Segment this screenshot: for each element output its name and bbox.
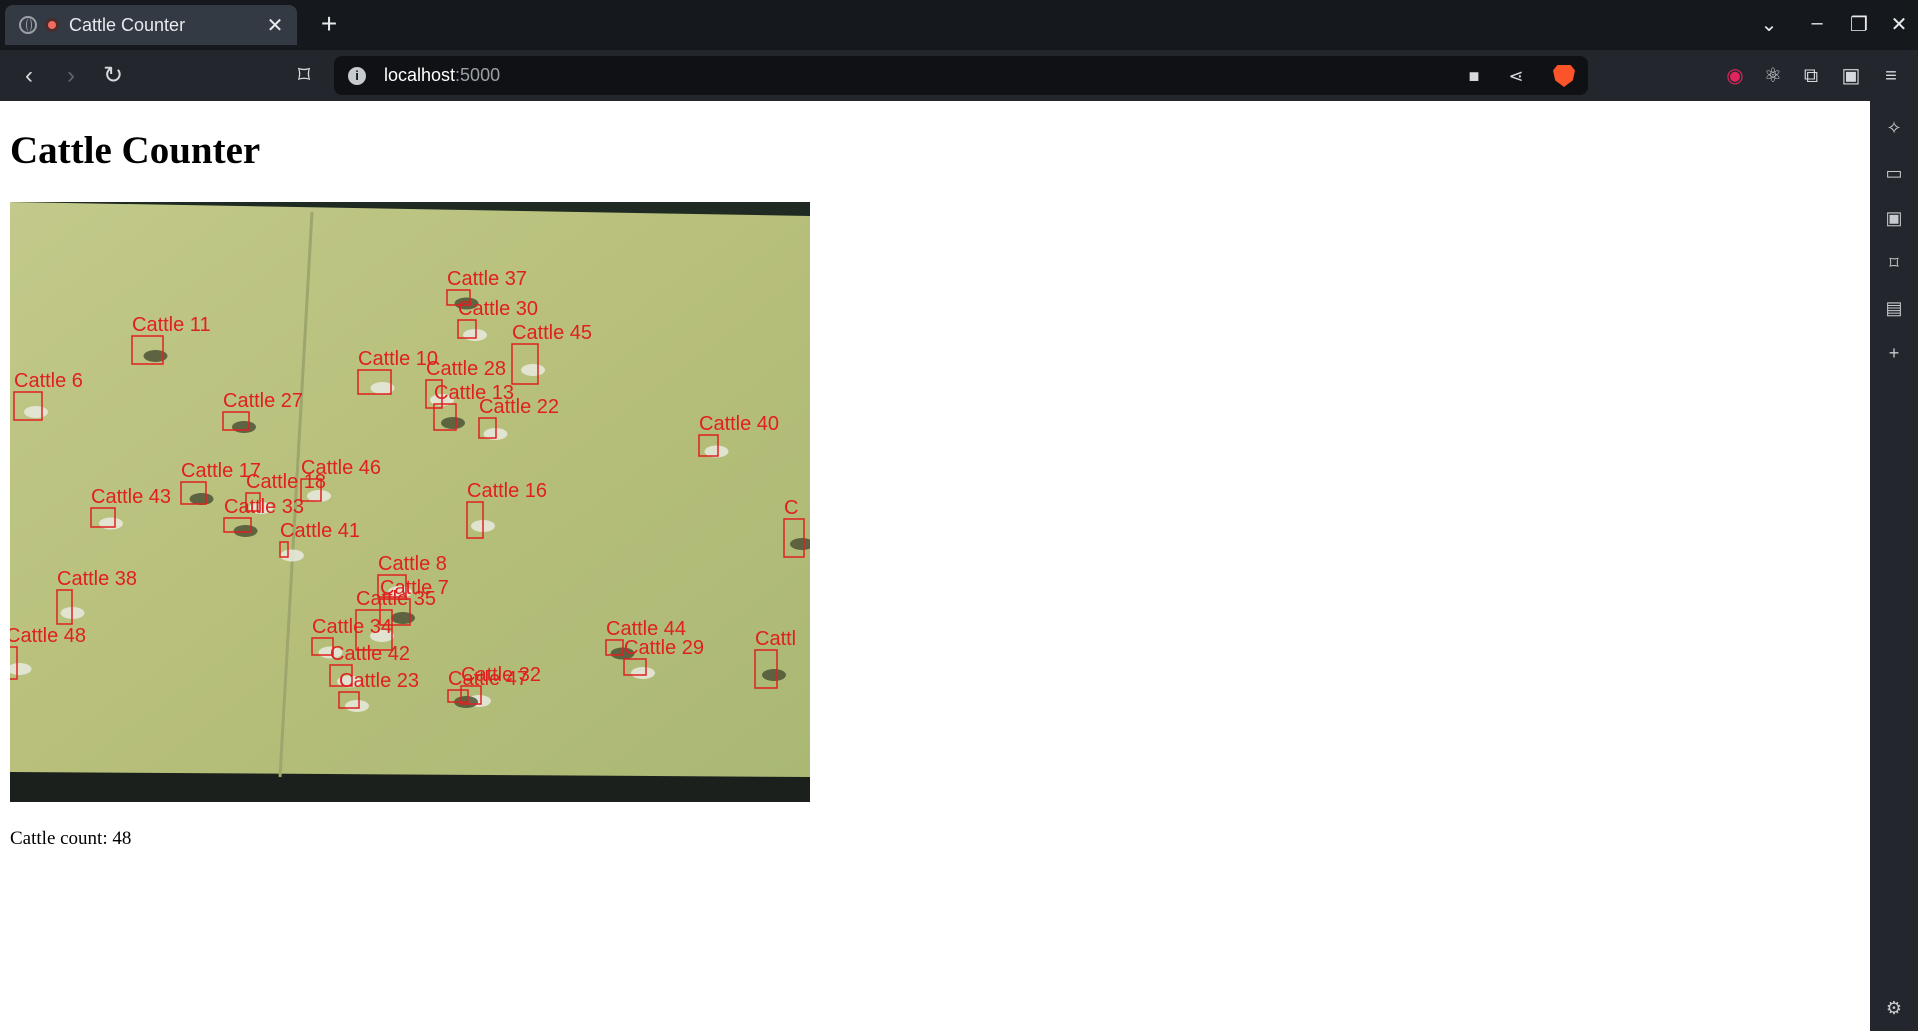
react-devtools-icon[interactable]: ⚛ bbox=[1759, 62, 1787, 90]
detection-label: Cattle 42 bbox=[330, 643, 410, 665]
cattle-blob bbox=[232, 421, 256, 433]
detection-label: Cattle 40 bbox=[699, 413, 779, 435]
minimize-icon[interactable]: – bbox=[1804, 12, 1830, 35]
detection-label: Cattle 23 bbox=[339, 670, 419, 692]
brave-shields-icon[interactable] bbox=[1553, 65, 1575, 87]
media-icon[interactable]: ▭ bbox=[1882, 161, 1906, 185]
restore-icon[interactable]: ❐ bbox=[1846, 12, 1872, 37]
cattle-count: Cattle count: 48 bbox=[10, 828, 131, 850]
cattle-blob bbox=[345, 700, 369, 712]
new-tab-button[interactable]: + bbox=[314, 9, 344, 39]
url-host: localhost bbox=[384, 65, 456, 85]
share-icon[interactable]: ⋖ bbox=[1504, 66, 1528, 86]
add-sidebar-item-icon[interactable]: + bbox=[1882, 341, 1906, 365]
detection-label: C bbox=[784, 497, 798, 519]
detection-label: Cattle 47 bbox=[448, 668, 528, 690]
leo-ai-icon[interactable]: ✧ bbox=[1882, 116, 1906, 140]
media-record-icon[interactable]: ◉ bbox=[1721, 62, 1749, 90]
forward-icon[interactable]: › bbox=[57, 62, 85, 90]
browser-tab[interactable]: Cattle Counter ✕ bbox=[5, 5, 297, 45]
detection-label: Cattle 37 bbox=[447, 268, 527, 290]
detection-label: Cattle 48 bbox=[10, 625, 86, 647]
cattle-blob bbox=[631, 667, 655, 679]
globe-icon bbox=[19, 16, 37, 34]
tab-title: Cattle Counter bbox=[69, 14, 186, 35]
browser-sidebar: ✧ ▭ ▣ ⌑ ▤ + ⚙ bbox=[1870, 101, 1918, 1031]
detection-label: Cattle 30 bbox=[458, 298, 538, 320]
cattle-count-value: 48 bbox=[112, 828, 132, 849]
cattle-count-label: Cattle count: bbox=[10, 828, 113, 849]
site-info-icon[interactable]: i bbox=[348, 66, 366, 85]
detection-label: Cattle 29 bbox=[624, 637, 704, 659]
sidebar-settings-icon[interactable]: ⚙ bbox=[1882, 996, 1906, 1020]
detection-label: Cattle 11 bbox=[132, 314, 211, 336]
detection-label: Cattle 41 bbox=[280, 520, 360, 542]
detection-label: Cattle 34 bbox=[312, 616, 392, 638]
detection-label: Cattle 28 bbox=[426, 358, 506, 380]
detection-label: Cattl bbox=[755, 628, 796, 650]
detection-label: Cattle 8 bbox=[378, 553, 447, 575]
tab-strip: Cattle Counter ✕ + ⌄ – ❐ ✕ bbox=[0, 0, 1918, 50]
browser-toolbar: ‹ › ↻ ⌑ i localhost:5000 ■ ⋖ ◉ ⚛ ⧉ ▣ ≡ bbox=[0, 50, 1918, 101]
detection-label: Cattle 35 bbox=[356, 588, 436, 610]
detection-label: Cattle 27 bbox=[223, 390, 303, 412]
detection-label: Cattle 22 bbox=[479, 396, 559, 418]
page-content: Cattle Counter Cattle 37 Cattle 30 Cattle … bbox=[0, 101, 1870, 1031]
close-window-icon[interactable]: ✕ bbox=[1886, 12, 1912, 37]
cattle-detection-image: Cattle 37 Cattle 30 Cattle 45 Cattle 11 Catt… bbox=[10, 202, 810, 802]
recording-indicator-icon bbox=[45, 18, 59, 32]
reload-icon[interactable]: ↻ bbox=[99, 62, 127, 90]
wallet-sidebar-icon[interactable]: ▣ bbox=[1882, 206, 1906, 230]
url-port: :5000 bbox=[455, 65, 501, 85]
bottom-shadow bbox=[10, 772, 810, 802]
page-title: Cattle Counter bbox=[10, 129, 261, 172]
cattle-blob bbox=[189, 493, 214, 505]
cattle-blob bbox=[280, 549, 304, 562]
bookmark-icon[interactable]: ⌑ bbox=[290, 62, 318, 90]
reading-list-icon[interactable]: ▤ bbox=[1882, 296, 1906, 320]
detection-label: Cattle 38 bbox=[57, 568, 137, 590]
tab-list-chevron-icon[interactable]: ⌄ bbox=[1756, 12, 1782, 37]
bookmarks-sidebar-icon[interactable]: ⌑ bbox=[1882, 251, 1906, 275]
detection-label: Cattle 18 bbox=[246, 471, 326, 493]
detection-label: Cattle 6 bbox=[14, 370, 83, 392]
detection-label: Cattle 16 bbox=[467, 480, 547, 502]
detection-label: Cattle 45 bbox=[512, 322, 592, 344]
detection-canvas: Cattle 37 Cattle 30Cattle 45 Cattle 11 Catt… bbox=[10, 202, 810, 802]
extensions-icon[interactable]: ⧉ bbox=[1797, 62, 1825, 90]
cattle-blob bbox=[143, 350, 168, 362]
cattle-blob bbox=[762, 669, 786, 681]
address-bar[interactable]: i localhost:5000 ■ ⋖ bbox=[334, 56, 1588, 95]
cattle-blob bbox=[233, 525, 258, 537]
cattle-blob bbox=[24, 406, 48, 418]
cattle-blob bbox=[463, 329, 487, 341]
detection-label: Cattle 33 bbox=[224, 496, 304, 518]
camera-icon[interactable]: ■ bbox=[1462, 66, 1486, 86]
menu-icon[interactable]: ≡ bbox=[1877, 62, 1905, 90]
back-icon[interactable]: ‹ bbox=[15, 62, 43, 90]
wallet-icon[interactable]: ▣ bbox=[1837, 62, 1865, 90]
cattle-blob bbox=[521, 364, 545, 376]
cattle-blob bbox=[391, 612, 415, 624]
cattle-blob bbox=[441, 417, 465, 429]
detection-label: Cattle 43 bbox=[91, 486, 171, 508]
close-tab-icon[interactable]: ✕ bbox=[263, 13, 287, 38]
